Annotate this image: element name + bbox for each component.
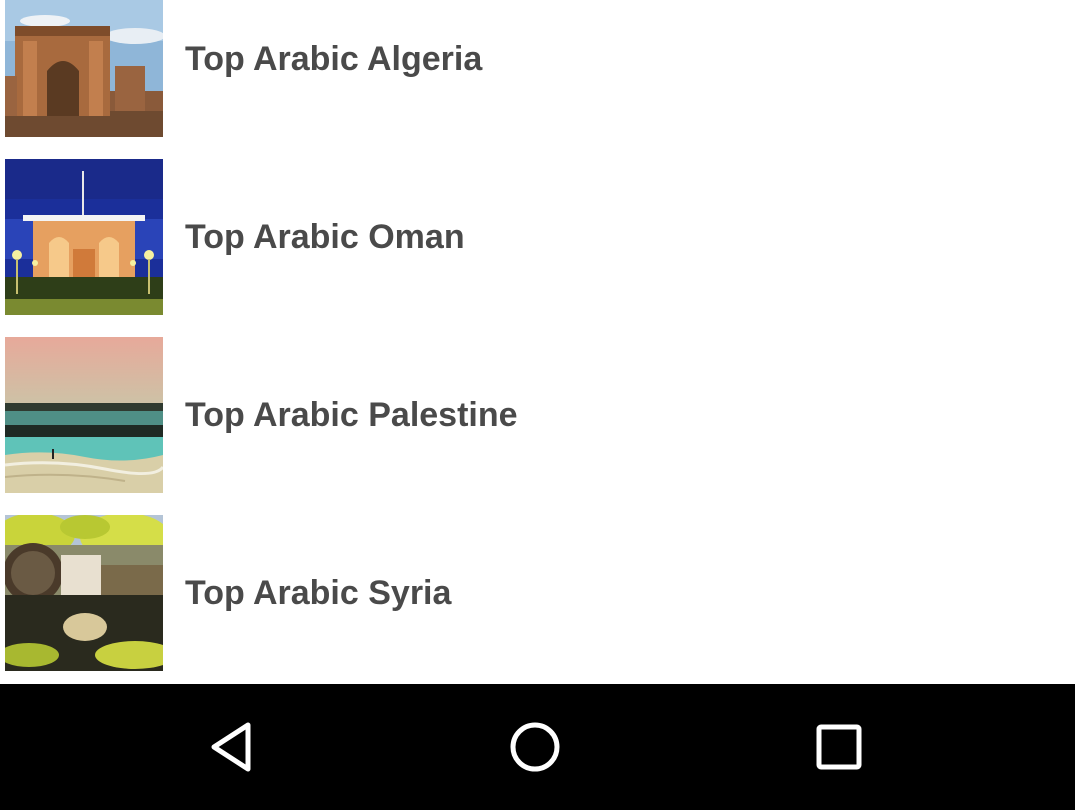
home-icon bbox=[510, 722, 560, 772]
app-screen: Top Arabic Algeria Top Arabic Oman Top A… bbox=[0, 0, 1075, 810]
list-item-label: Top Arabic Syria bbox=[185, 574, 452, 612]
list-item-syria[interactable]: Top Arabic Syria bbox=[0, 493, 1075, 671]
algeria-thumbnail bbox=[5, 0, 163, 137]
navigation-bar bbox=[0, 684, 1075, 810]
back-icon bbox=[211, 722, 251, 772]
list-item-label: Top Arabic Oman bbox=[185, 218, 465, 256]
recents-button[interactable] bbox=[799, 707, 879, 787]
list-item-label: Top Arabic Algeria bbox=[185, 40, 483, 78]
list-item-palestine[interactable]: Top Arabic Palestine bbox=[0, 315, 1075, 493]
palestine-thumbnail bbox=[5, 337, 163, 493]
home-button[interactable] bbox=[495, 707, 575, 787]
oman-thumbnail bbox=[5, 159, 163, 315]
syria-thumbnail bbox=[5, 515, 163, 671]
recents-icon bbox=[816, 724, 862, 770]
back-button[interactable] bbox=[192, 707, 272, 787]
list-item-label: Top Arabic Palestine bbox=[185, 396, 518, 434]
list-item-algeria[interactable]: Top Arabic Algeria bbox=[0, 0, 1075, 137]
list-item-oman[interactable]: Top Arabic Oman bbox=[0, 137, 1075, 315]
country-list: Top Arabic Algeria Top Arabic Oman Top A… bbox=[0, 0, 1075, 684]
